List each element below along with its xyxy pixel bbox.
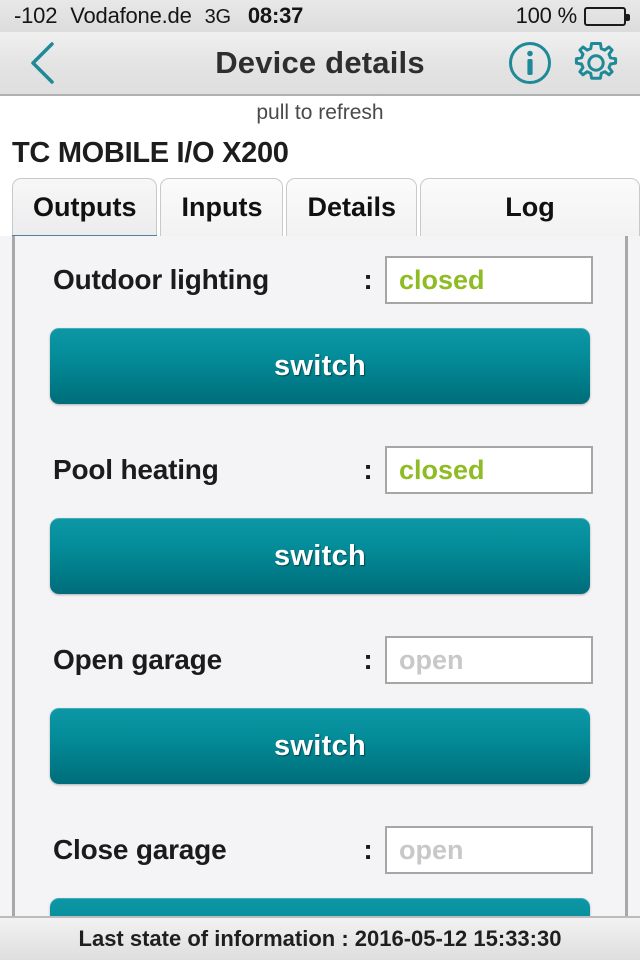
output-separator: : xyxy=(363,834,373,865)
device-details-screen: -102 Vodafone.de 3G 08:37 100 % Device d… xyxy=(0,0,640,960)
carrier-label: Vodafone.de xyxy=(70,3,192,28)
tab-log[interactable]: Log xyxy=(420,178,640,236)
signal-strength-label: -102 xyxy=(14,3,58,28)
navigation-bar: Device details xyxy=(0,32,640,96)
back-button[interactable] xyxy=(0,31,84,95)
output-label: Open garage xyxy=(53,644,222,675)
info-circle-icon xyxy=(509,42,551,84)
switch-button[interactable]: switch xyxy=(50,708,590,784)
output-row: Open garage : open xyxy=(15,624,625,696)
outputs-panel: Outdoor lighting : closed switch Pool he… xyxy=(12,236,628,916)
output-separator: : xyxy=(363,644,373,675)
output-label: Outdoor lighting xyxy=(53,264,270,295)
output-state-value: open xyxy=(385,636,593,684)
pull-to-refresh-hint[interactable]: pull to refresh xyxy=(0,96,640,130)
panel-top-spacer xyxy=(15,236,625,244)
output-separator: : xyxy=(363,264,373,295)
tab-outputs[interactable]: Outputs xyxy=(12,178,158,239)
network-type-label: 3G xyxy=(204,6,231,28)
tab-inputs-label: Inputs xyxy=(181,192,263,222)
output-state-value: closed xyxy=(385,256,593,304)
chevron-left-icon xyxy=(31,42,54,84)
output-separator: : xyxy=(363,454,373,485)
last-update-footer: Last state of information : 2016-05-12 1… xyxy=(0,916,640,960)
output-label: Pool heating xyxy=(53,454,219,485)
output-label: Close garage xyxy=(53,834,227,865)
tab-outputs-label: Outputs xyxy=(33,192,137,222)
output-row: Pool heating : closed xyxy=(15,434,625,506)
device-name-heading: TC MOBILE I/O X200 xyxy=(0,130,640,176)
output-row: Outdoor lighting : closed xyxy=(15,244,625,316)
switch-button[interactable]: switch xyxy=(50,898,590,916)
output-state-value: closed xyxy=(385,446,593,494)
gear-icon xyxy=(574,42,618,80)
clock-label: 08:37 xyxy=(247,3,304,28)
switch-button[interactable]: switch xyxy=(50,518,590,594)
tab-log-label: Log xyxy=(505,192,555,222)
output-row: Close garage : open xyxy=(15,814,625,886)
info-button[interactable] xyxy=(506,39,554,87)
status-bar-right: 100 % xyxy=(515,3,630,29)
settings-button[interactable] xyxy=(572,39,620,87)
output-state-value: open xyxy=(385,826,593,874)
battery-icon xyxy=(584,6,630,26)
status-bar: -102 Vodafone.de 3G 08:37 100 % xyxy=(0,0,640,32)
tab-details[interactable]: Details xyxy=(286,178,418,236)
switch-button[interactable]: switch xyxy=(50,328,590,404)
battery-percent-label: 100 % xyxy=(515,3,578,28)
navigation-actions xyxy=(506,39,640,87)
status-bar-left: -102 Vodafone.de 3G 08:37 xyxy=(14,3,516,29)
tab-inputs[interactable]: Inputs xyxy=(160,178,284,236)
tab-bar: Outputs Inputs Details Log xyxy=(0,176,640,239)
tab-details-label: Details xyxy=(307,192,397,222)
